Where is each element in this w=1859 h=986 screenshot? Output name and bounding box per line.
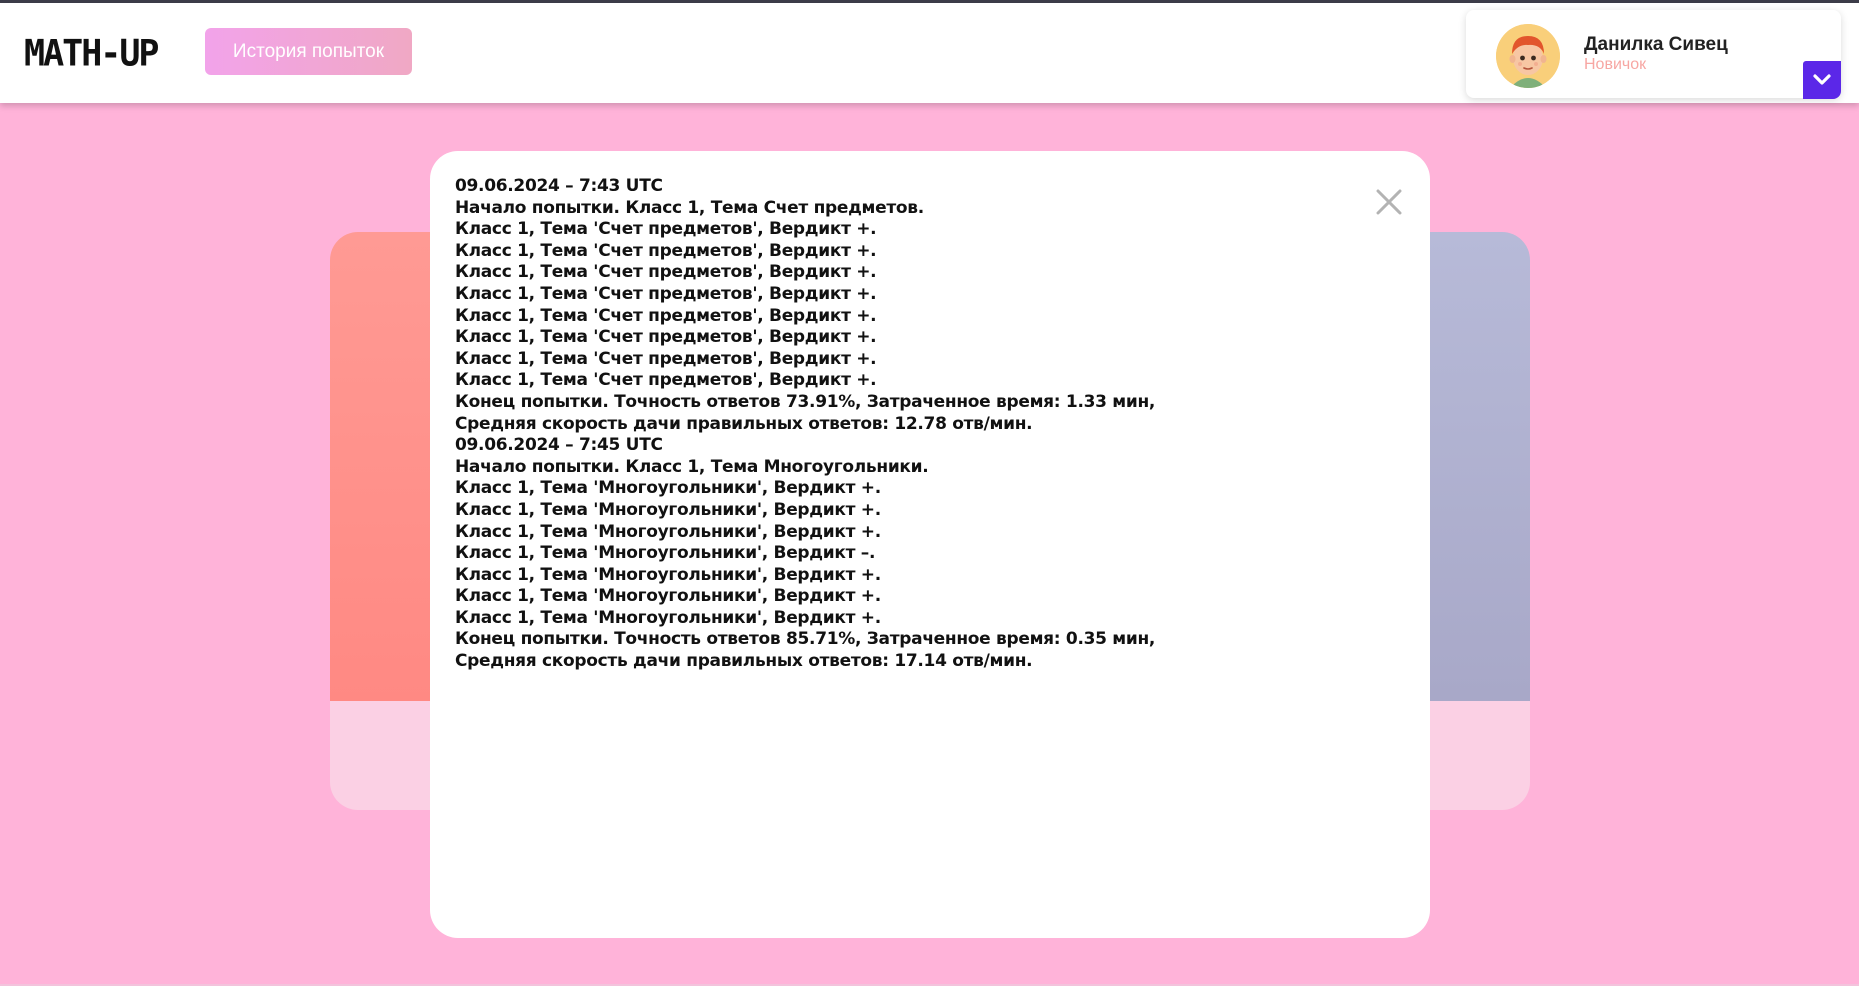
history-button[interactable]: История попыток bbox=[205, 28, 412, 75]
log-line: Класс 1, Тема 'Многоугольники', Вердикт … bbox=[455, 543, 876, 564]
log-line: Класс 1, Тема 'Счет предметов', Вердикт … bbox=[455, 219, 877, 240]
log-line: Класс 1, Тема 'Многоугольники', Вердикт … bbox=[455, 586, 881, 607]
history-log: 09.06.2024 – 7:43 UTC Начало попытки. Кл… bbox=[455, 176, 1355, 673]
chevron-down-icon bbox=[1813, 74, 1831, 85]
profile-name: Данилка Сивец bbox=[1584, 34, 1728, 55]
log-line: Средняя скорость дачи правильных ответов… bbox=[455, 651, 1033, 672]
close-button[interactable] bbox=[1374, 187, 1404, 217]
log-line: Класс 1, Тема 'Многоугольники', Вердикт … bbox=[455, 499, 881, 520]
header: MATH-UP История попыток Данилка Сивец Но… bbox=[0, 3, 1859, 103]
log-line: Класс 1, Тема 'Счет предметов', Вердикт … bbox=[455, 370, 877, 391]
log-line: Класс 1, Тема 'Счет предметов', Вердикт … bbox=[455, 327, 877, 348]
profile-card[interactable]: Данилка Сивец Новичок bbox=[1466, 10, 1841, 99]
log-line: Класс 1, Тема 'Счет предметов', Вердикт … bbox=[455, 240, 877, 261]
log-line: Класс 1, Тема 'Многоугольники', Вердикт … bbox=[455, 521, 881, 542]
avatar-illustration bbox=[1496, 24, 1560, 88]
log-line: Конец попытки. Точность ответов 85.71%, … bbox=[455, 629, 1156, 650]
log-line: Начало попытки. Класс 1, Тема Многоуголь… bbox=[455, 456, 929, 477]
log-line: 09.06.2024 – 7:45 UTC bbox=[455, 435, 663, 456]
log-line: Начало попытки. Класс 1, Тема Счет предм… bbox=[455, 197, 924, 218]
log-line: Класс 1, Тема 'Счет предметов', Вердикт … bbox=[455, 305, 877, 326]
log-line: Класс 1, Тема 'Многоугольники', Вердикт … bbox=[455, 607, 881, 628]
log-line: Средняя скорость дачи правильных ответов… bbox=[455, 413, 1033, 434]
log-line: Класс 1, Тема 'Многоугольники', Вердикт … bbox=[455, 564, 881, 585]
avatar bbox=[1496, 24, 1560, 88]
profile-rank: Новичок bbox=[1584, 56, 1647, 73]
close-icon bbox=[1376, 189, 1402, 215]
log-line: Класс 1, Тема 'Счет предметов', Вердикт … bbox=[455, 262, 877, 283]
log-line: Класс 1, Тема 'Многоугольники', Вердикт … bbox=[455, 478, 881, 499]
history-modal: 09.06.2024 – 7:43 UTC Начало попытки. Кл… bbox=[430, 151, 1430, 938]
log-line: Конец попытки. Точность ответов 73.91%, … bbox=[455, 391, 1156, 412]
profile-dropdown-toggle[interactable] bbox=[1803, 61, 1841, 99]
log-line: Класс 1, Тема 'Счет предметов', Вердикт … bbox=[455, 283, 877, 304]
log-line: 09.06.2024 – 7:43 UTC bbox=[455, 176, 663, 196]
log-line: Класс 1, Тема 'Счет предметов', Вердикт … bbox=[455, 348, 877, 369]
logo[interactable]: MATH-UP bbox=[24, 33, 160, 75]
